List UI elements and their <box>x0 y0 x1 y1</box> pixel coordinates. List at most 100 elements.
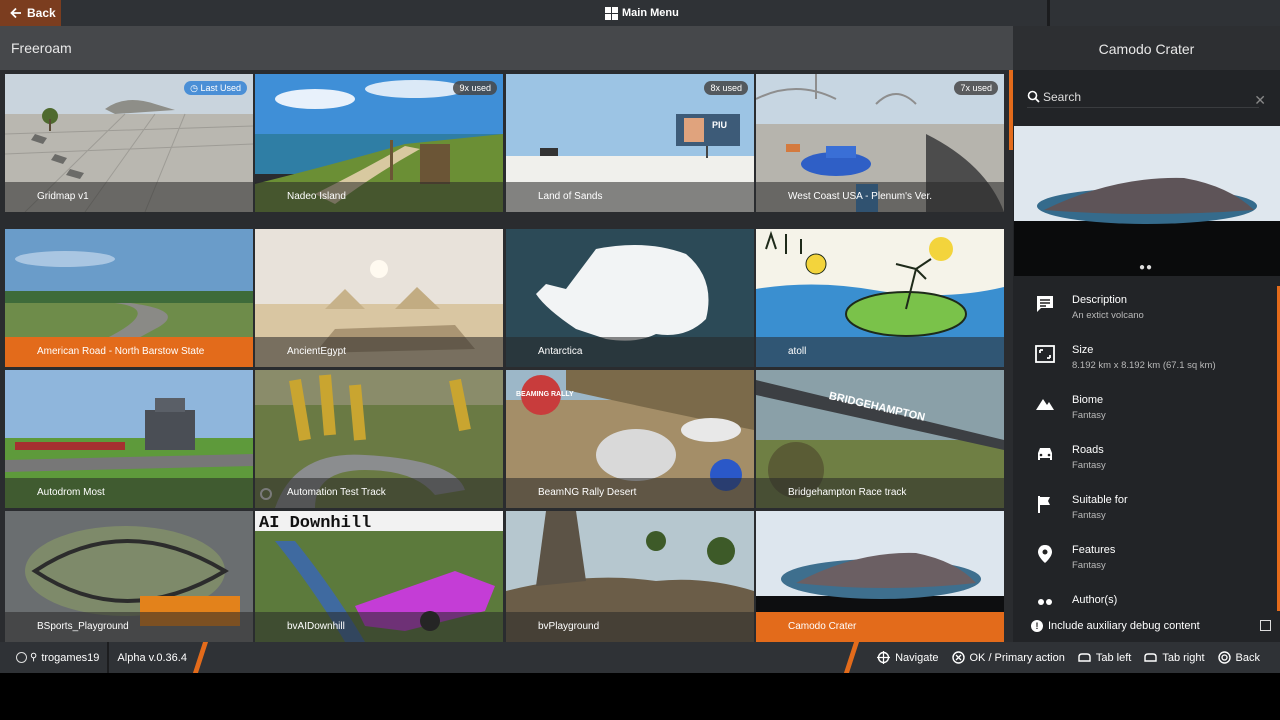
level-tile-camodo-crater[interactable]: Camodo Crater <box>756 511 1004 642</box>
rally-logo-text: BEAMING RALLY <box>516 391 574 398</box>
hint-label: Tab left <box>1095 651 1132 664</box>
bottom-divider <box>107 642 110 673</box>
authors-icon <box>1038 599 1052 605</box>
level-tile-label: bvPlayground <box>506 612 754 642</box>
level-tile-label: AncientEgypt <box>255 337 503 367</box>
level-tile-label: BSports_Playground <box>5 612 253 642</box>
level-tile-label: West Coast USA - Plenum's Ver. <box>756 182 1004 212</box>
level-tile-label: Camodo Crater <box>756 612 1004 642</box>
debug-content-toggle[interactable]: ! Include auxiliary debug content <box>1031 618 1271 634</box>
level-tile-label: Gridmap v1 <box>5 182 253 212</box>
level-tile-automation-test-track[interactable]: Automation Test Track <box>255 370 503 508</box>
level-tile-label: atoll <box>756 337 1004 367</box>
info-row-authors: Author(s) <box>1013 586 1280 611</box>
info-label: Author(s) <box>1072 594 1118 606</box>
level-tile-label: BeamNG Rally Desert <box>506 478 754 508</box>
globe-icon <box>16 652 27 663</box>
info-icon: ! <box>1031 620 1043 632</box>
level-tile-label: bvAIDownhill <box>255 612 503 642</box>
level-tile-label: Automation Test Track <box>255 478 503 508</box>
level-tile-label: Antarctica <box>506 337 754 367</box>
level-tile-bsports-playground[interactable]: BSports_Playground <box>5 511 253 642</box>
usage-badge: 8x used <box>704 81 748 95</box>
panel-title: Camodo Crater <box>1098 41 1195 57</box>
user-account[interactable]: ⚲ trogames19 <box>16 652 99 664</box>
pin-icon <box>1038 545 1052 563</box>
hint-ok[interactable]: OK / Primary action <box>951 651 1065 664</box>
level-tile-nadeo-island[interactable]: 9x used Nadeo Island <box>255 74 503 212</box>
level-tile-bvplayground[interactable]: bvPlayground <box>506 511 754 642</box>
tab-left-icon <box>1078 653 1091 662</box>
usage-badge: 7x used <box>954 81 998 95</box>
hint-tab-right[interactable]: Tab right <box>1144 651 1205 664</box>
level-tile-bridgehampton[interactable]: BRIDGEHAMPTON Bridgehampton Race track <box>756 370 1004 508</box>
info-row-suitable-for: Suitable for Fantasy <box>1013 486 1280 536</box>
info-row-biome: Biome Fantasy <box>1013 386 1280 436</box>
info-row-size: Size 8.192 km x 8.192 km (67.1 sq km) <box>1013 336 1280 386</box>
level-tile-atoll[interactable]: atoll <box>756 229 1004 367</box>
info-row-features: Features Fantasy <box>1013 536 1280 586</box>
accent-slash <box>192 642 209 673</box>
info-value: Fantasy <box>1072 410 1106 421</box>
biome-icon <box>1036 399 1054 410</box>
level-tile-label: Bridgehampton Race track <box>756 478 1004 508</box>
level-grid: ◷ Last Used Gridmap v1 9x used Nadeo Isl… <box>0 70 1013 642</box>
hint-tab-left[interactable]: Tab left <box>1078 651 1131 664</box>
section-title: Freeroam <box>11 40 72 56</box>
info-value: Fantasy <box>1072 460 1106 471</box>
info-row-roads: Roads Fantasy <box>1013 436 1280 486</box>
panel-header: Camodo Crater <box>1013 26 1280 70</box>
section-header: Freeroam <box>0 26 1013 70</box>
back-button[interactable]: Back <box>0 0 61 26</box>
level-tile-beamng-rally-desert[interactable]: BEAMING RALLY BeamNG Rally Desert <box>506 370 754 508</box>
carousel-dots[interactable]: ●● <box>1013 262 1279 273</box>
level-tile-ancient-egypt[interactable]: AncientEgypt <box>255 229 503 367</box>
level-tile-bvaidownhill[interactable]: AI Downhill bvAIDownhill <box>255 511 503 642</box>
level-tile-label: Land of Sands <box>506 182 754 212</box>
description-icon <box>1037 296 1053 312</box>
info-value: Fantasy <box>1072 510 1106 521</box>
back-button-label: Back <box>27 6 56 20</box>
level-preview-image <box>1014 126 1280 276</box>
level-tile-land-of-sands[interactable]: PIU 8x used Land of Sands <box>506 74 754 212</box>
close-icon[interactable]: ✕ <box>1254 92 1266 109</box>
main-menu-button[interactable]: Main Menu <box>605 0 679 26</box>
top-divider <box>1047 0 1050 26</box>
level-tile-autodrom-most[interactable]: Autodrom Most <box>5 370 253 508</box>
accent-slash <box>843 642 860 673</box>
hint-label: Navigate <box>895 651 939 664</box>
back-icon <box>1217 651 1231 664</box>
top-bar: Back Main Menu <box>0 0 1280 26</box>
hint-label: OK / Primary action <box>969 651 1065 664</box>
flag-icon <box>1038 496 1050 513</box>
hint-navigate[interactable]: Navigate <box>877 651 939 664</box>
version-label: Alpha v.0.36.4 <box>117 651 187 664</box>
info-row-description: Description An extict volcano <box>1013 286 1280 336</box>
billboard-text: PIU <box>712 120 727 130</box>
info-label: Size <box>1072 344 1094 356</box>
arrow-left-icon <box>10 7 21 19</box>
level-tile-label: Nadeo Island <box>255 182 503 212</box>
info-label: Features <box>1072 544 1116 556</box>
level-tile-west-coast-usa[interactable]: 7x used West Coast USA - Plenum's Ver. <box>756 74 1004 212</box>
level-tile-american-road[interactable]: American Road - North Barstow State <box>5 229 253 367</box>
hint-label: Back <box>1235 651 1260 664</box>
main-menu-label: Main Menu <box>622 7 679 19</box>
debug-checkbox[interactable] <box>1260 620 1271 631</box>
level-detail-panel: Search ✕ ●● Description An extict volcan… <box>1013 70 1280 642</box>
level-tile-gridmap[interactable]: ◷ Last Used Gridmap v1 <box>5 74 253 212</box>
info-value: 8.192 km x 8.192 km (67.1 sq km) <box>1072 360 1216 371</box>
main-menu-icon <box>605 6 618 20</box>
level-tile-antarctica[interactable]: Antarctica <box>506 229 754 367</box>
info-value: An extict volcano <box>1072 310 1144 321</box>
hint-back[interactable]: Back <box>1217 651 1260 664</box>
search-input[interactable]: Search <box>1027 86 1259 108</box>
search-placeholder: Search <box>1043 89 1082 104</box>
navigate-icon <box>877 651 891 664</box>
info-label: Suitable for <box>1072 494 1128 506</box>
user-icon: ⚲ <box>30 652 38 663</box>
size-icon <box>1035 345 1055 363</box>
roads-icon <box>1038 448 1052 460</box>
info-value: Fantasy <box>1072 560 1106 571</box>
hint-label: Tab right <box>1162 651 1205 664</box>
